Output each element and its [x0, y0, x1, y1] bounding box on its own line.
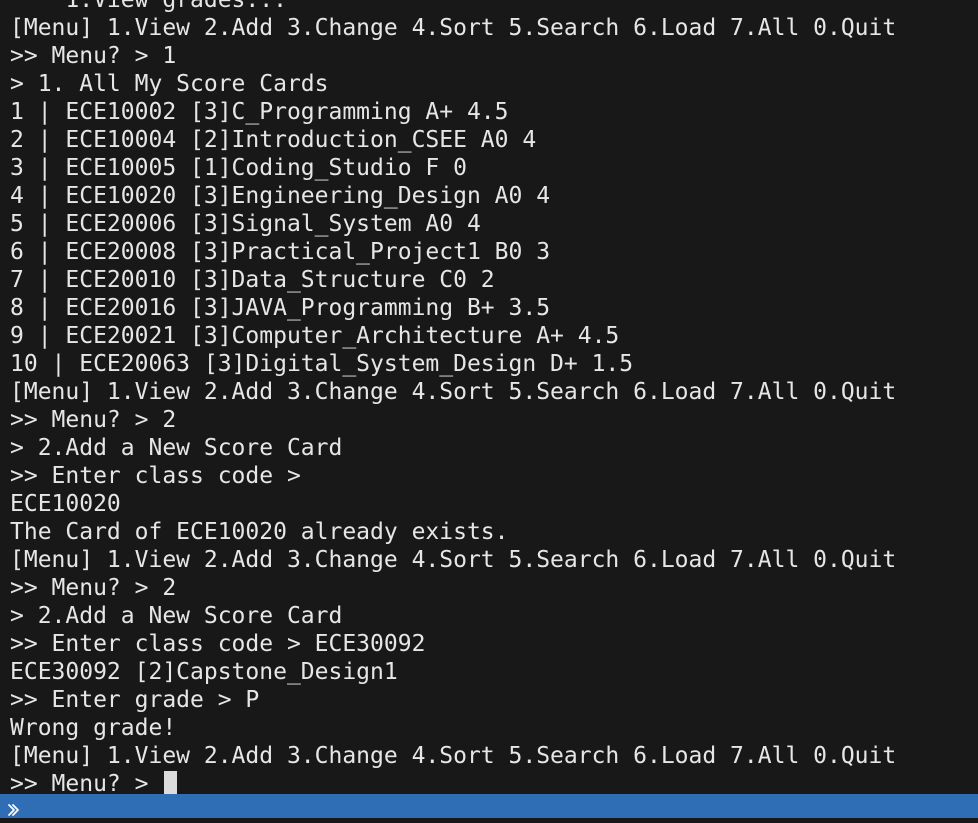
terminal-line: > 1. All My Score Cards: [10, 71, 329, 97]
terminal-line: 9 | ECE20021 [3]Computer_Architecture A+…: [10, 323, 620, 349]
terminal-line: > 2.Add a New Score Card: [10, 603, 343, 629]
remote-icon[interactable]: [7, 803, 25, 818]
terminal-line: 1.View grades...: [10, 0, 287, 13]
terminal-line: >> Menu? > 2: [10, 407, 177, 433]
terminal-line: 2 | ECE10004 [2]Introduction_CSEE A0 4: [10, 127, 537, 153]
terminal-line: ECE10020: [10, 491, 121, 517]
terminal-line: Wrong grade!: [10, 715, 177, 741]
terminal-output: 1.View grades... [Menu] 1.View 2.Add 3.C…: [10, 0, 896, 794]
terminal-line: [Menu] 1.View 2.Add 3.Change 4.Sort 5.Se…: [10, 547, 897, 573]
terminal-line: 6 | ECE20008 [3]Practical_Project1 B0 3: [10, 239, 551, 265]
terminal-line: >> Enter grade > P: [10, 687, 260, 713]
terminal-line: [Menu] 1.View 2.Add 3.Change 4.Sort 5.Se…: [10, 15, 897, 41]
terminal-line: >> Menu? > 2: [10, 575, 177, 601]
text-cursor: [164, 771, 178, 794]
terminal-line: 8 | ECE20016 [3]JAVA_Programming B+ 3.5: [10, 295, 551, 321]
terminal-line: 3 | ECE10005 [1]Coding_Studio F 0: [10, 155, 467, 181]
terminal-prompt: >> Menu? >: [10, 771, 163, 794]
terminal-line: 4 | ECE10020 [3]Engineering_Design A0 4: [10, 183, 551, 209]
terminal-line: ECE30092 [2]Capstone_Design1: [10, 659, 398, 685]
terminal-prompt-line[interactable]: >> Menu? >: [10, 770, 896, 794]
terminal-line: >> Enter class code > ECE30092: [10, 631, 426, 657]
terminal-line: [Menu] 1.View 2.Add 3.Change 4.Sort 5.Se…: [10, 743, 897, 769]
terminal-line: The Card of ECE10020 already exists.: [10, 519, 509, 545]
status-bar: [0, 794, 978, 818]
terminal-line: 1 | ECE10002 [3]C_Programming A+ 4.5: [10, 99, 509, 125]
terminal-line: >> Menu? > 1: [10, 43, 177, 69]
terminal-panel[interactable]: 1.View grades... [Menu] 1.View 2.Add 3.C…: [0, 0, 978, 794]
terminal-line: [Menu] 1.View 2.Add 3.Change 4.Sort 5.Se…: [10, 379, 897, 405]
terminal-line: 5 | ECE20006 [3]Signal_System A0 4: [10, 211, 481, 237]
terminal-line: 7 | ECE20010 [3]Data_Structure C0 2: [10, 267, 495, 293]
terminal-line: > 2.Add a New Score Card: [10, 435, 343, 461]
terminal-line: >> Enter class code >: [10, 463, 301, 489]
terminal-line: 10 | ECE20063 [3]Digital_System_Design D…: [10, 351, 634, 377]
